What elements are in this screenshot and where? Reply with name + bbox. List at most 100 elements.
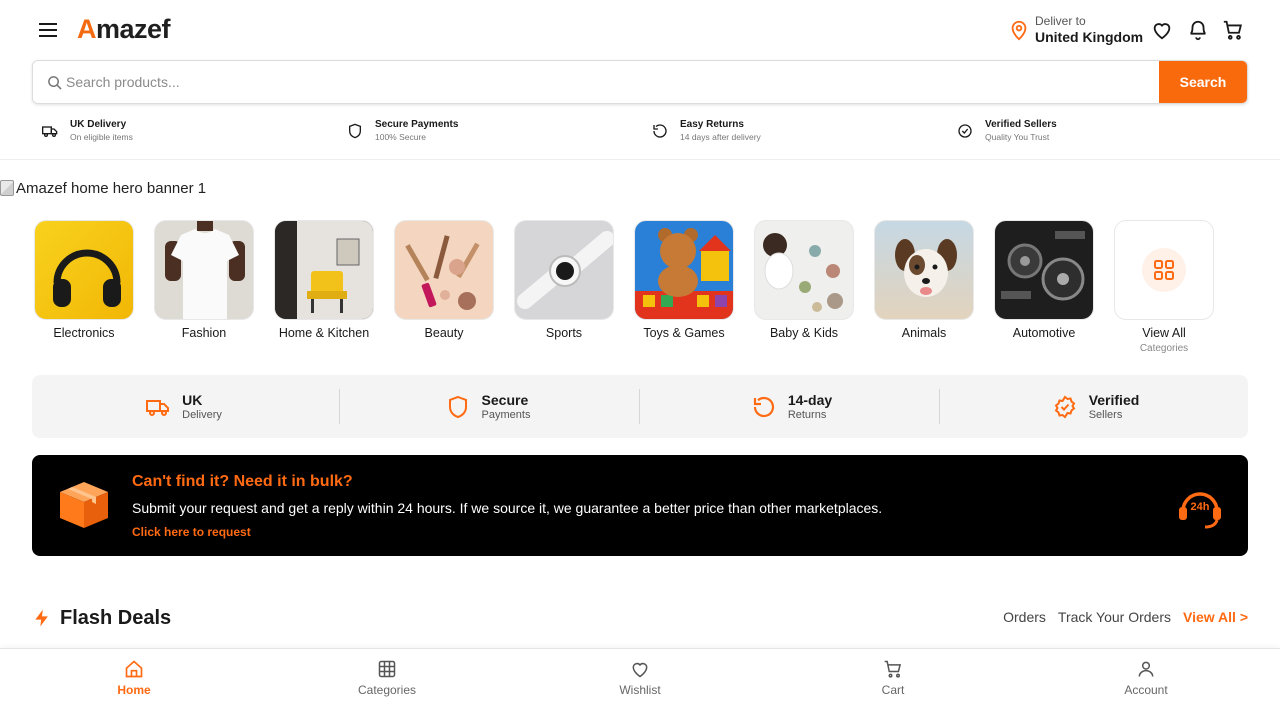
category-beauty[interactable]: Beauty [394, 220, 494, 340]
hero-banner[interactable]: Amazef home hero banner 1 [0, 177, 206, 199]
search-input[interactable] [33, 61, 1159, 103]
deliver-label: Deliver to [1035, 14, 1086, 28]
feature-subtitle: Sellers [1088, 408, 1123, 421]
trust-title: Secure Payments [375, 119, 459, 130]
dog-icon [895, 239, 957, 297]
view-all-deals-link[interactable]: View All > [1183, 609, 1248, 625]
promo-description: Submit your request and get a reply with… [132, 500, 883, 516]
category-thumbnail [394, 220, 494, 320]
engine-icon [1001, 231, 1085, 301]
heart-icon [632, 662, 648, 678]
category-thumbnail [994, 220, 1094, 320]
feature-title: 14-day [787, 391, 833, 408]
logo[interactable]: Amazef [77, 14, 171, 45]
verified-badge-icon [1054, 395, 1076, 418]
category-sublabel: Categories [1139, 343, 1189, 354]
category-label: Electronics [53, 326, 115, 340]
trust-item-sellers: Verified Sellers Quality You Trust [957, 119, 1057, 143]
category-label: Sports [545, 326, 583, 340]
bell-icon[interactable] [1187, 19, 1209, 41]
trust-subtitle: On eligible items [70, 132, 133, 142]
menu-icon[interactable] [38, 20, 58, 40]
feature-returns: 14-day Returns [640, 375, 944, 438]
category-animals[interactable]: Animals [874, 220, 974, 340]
grid-icon [378, 660, 396, 678]
feature-verified-sellers: Verified Sellers [944, 375, 1248, 438]
feature-uk-delivery: UK Delivery [32, 375, 336, 438]
promo-request-link[interactable]: Click here to request [132, 525, 251, 539]
cart-icon[interactable] [1222, 19, 1244, 41]
flash-deals-header: Flash Deals [32, 606, 171, 630]
category-thumbnail [514, 220, 614, 320]
teddy-bear-icon [635, 228, 733, 319]
category-view-all[interactable]: View All Categories [1114, 220, 1214, 354]
nav-label: Cart [881, 683, 905, 697]
features-bar: UK Delivery Secure Payments 14-day Retur… [32, 375, 1248, 438]
top-header: Amazef Deliver to United Kingdom [0, 0, 1280, 60]
shield-icon [448, 395, 467, 418]
heart-icon[interactable] [1151, 19, 1173, 41]
shield-icon [349, 123, 361, 139]
broken-image-icon [0, 180, 14, 196]
trust-title: Verified Sellers [985, 119, 1057, 130]
category-label: Baby & Kids [769, 326, 839, 340]
flash-deals-links: Orders Track Your Orders View All > [991, 609, 1248, 625]
lightning-icon [35, 609, 48, 627]
location-pin-icon [1011, 20, 1027, 41]
truck-icon [42, 126, 58, 137]
view-all-tile [1114, 220, 1214, 320]
trust-subtitle: 100% Secure [375, 132, 427, 142]
armchair-icon [275, 221, 373, 319]
nav-label: Home [117, 683, 151, 697]
nav-label: Categories [357, 683, 417, 697]
track-orders-link[interactable]: Track Your Orders [1058, 609, 1171, 625]
trust-subtitle: Quality You Trust [985, 132, 1050, 142]
trust-item-returns: Easy Returns 14 days after delivery [652, 119, 761, 143]
grid-icon [1154, 260, 1174, 280]
bottom-navigation: Home Categories Wishlist Cart Account [0, 648, 1280, 720]
return-icon [753, 396, 774, 417]
category-label: Animals [901, 326, 947, 340]
nav-home[interactable]: Home [74, 659, 194, 697]
orders-link[interactable]: Orders [1003, 609, 1046, 625]
category-sports[interactable]: Sports [514, 220, 614, 340]
trust-subtitle: 14 days after delivery [680, 132, 761, 142]
category-home-kitchen[interactable]: Home & Kitchen [274, 220, 374, 340]
nav-cart[interactable]: Cart [833, 659, 953, 697]
category-fashion[interactable]: Fashion [154, 220, 254, 340]
makeup-icon [405, 235, 480, 310]
box-icon [60, 482, 108, 528]
feature-title: UK [182, 391, 203, 408]
baby-icon [763, 233, 843, 312]
nav-account[interactable]: Account [1086, 659, 1206, 697]
category-label: Beauty [424, 326, 464, 340]
truck-icon [146, 399, 170, 416]
search-icon [48, 76, 62, 90]
category-thumbnail [274, 220, 374, 320]
promo-title: Can't find it? Need it in bulk? [132, 473, 353, 490]
bulk-request-banner[interactable]: Can't find it? Need it in bulk? Submit y… [32, 455, 1248, 556]
category-label: View All [1142, 326, 1186, 340]
feature-subtitle: Delivery [182, 408, 222, 421]
category-row: Electronics Fashion Home & Kitchen Beaut… [34, 220, 1224, 360]
search-button[interactable]: Search [1159, 61, 1247, 103]
divider [939, 389, 940, 424]
category-toys-games[interactable]: Toys & Games [634, 220, 734, 340]
category-electronics[interactable]: Electronics [34, 220, 134, 340]
category-baby-kids[interactable]: Baby & Kids [754, 220, 854, 340]
feature-secure-payments: Secure Payments [336, 375, 640, 438]
nav-categories[interactable]: Categories [327, 659, 447, 697]
headphones-icon [53, 249, 121, 307]
nav-wishlist[interactable]: Wishlist [580, 659, 700, 697]
feature-title: Verified [1088, 391, 1140, 408]
logo-text: mazef [96, 14, 171, 44]
deliver-to-selector[interactable]: Deliver to United Kingdom [1008, 12, 1143, 48]
flash-deals-title: Flash Deals [60, 606, 172, 629]
feature-title: Secure [481, 391, 529, 408]
feature-subtitle: Returns [787, 408, 827, 421]
category-label: Toys & Games [643, 326, 725, 340]
trust-item-payments: Secure Payments 100% Secure [347, 119, 458, 143]
category-automotive[interactable]: Automotive [994, 220, 1094, 340]
return-icon [653, 124, 667, 138]
category-thumbnail [874, 220, 974, 320]
